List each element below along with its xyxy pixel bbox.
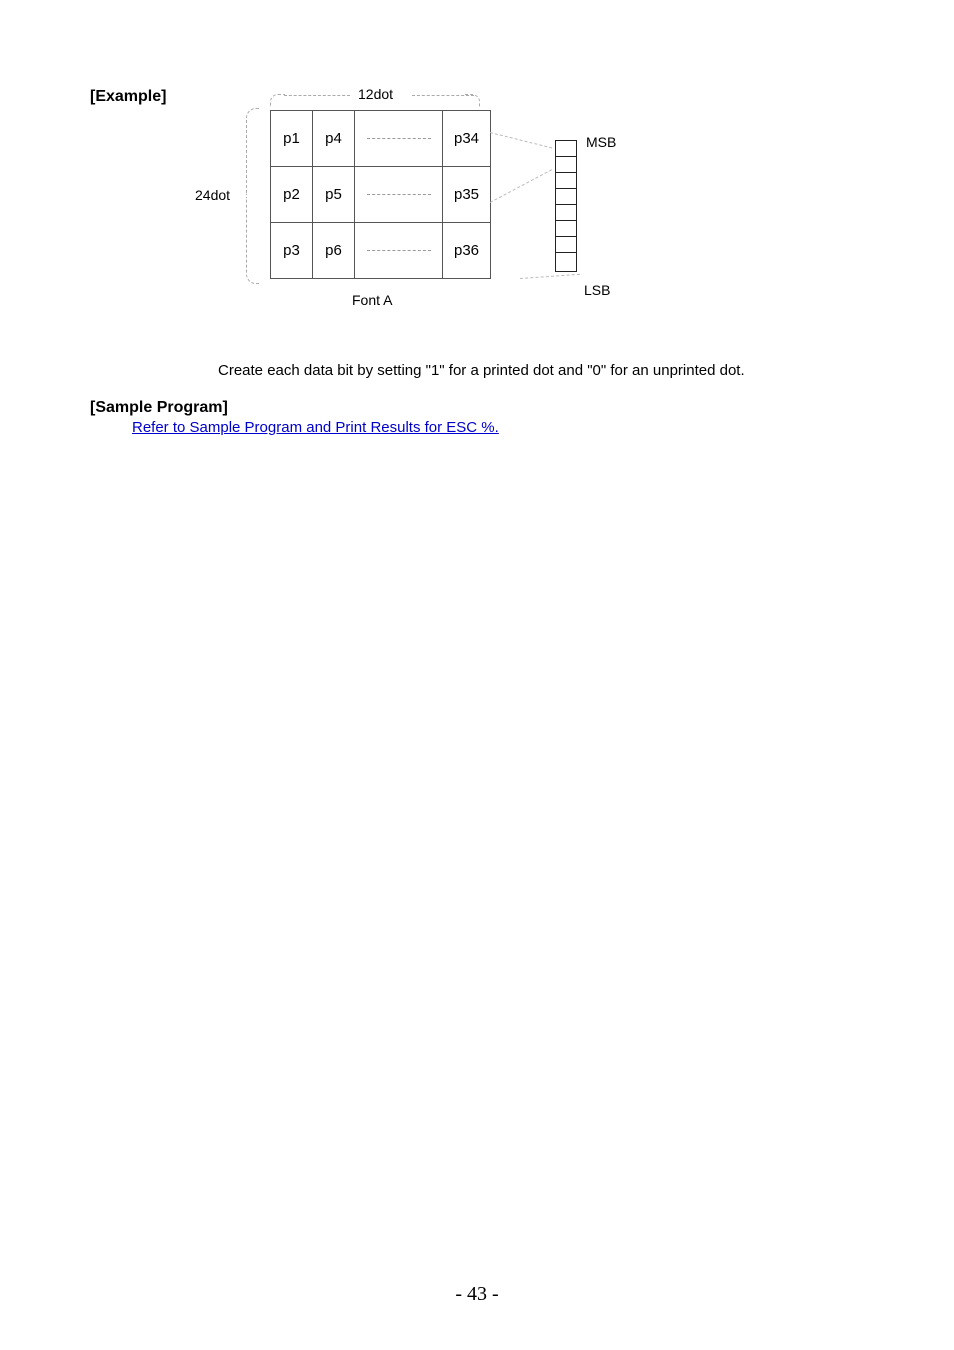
- cell-p4: p4: [313, 111, 355, 167]
- bit-6: [556, 157, 576, 173]
- cell-p35: p35: [443, 167, 491, 223]
- label-lsb: LSB: [584, 282, 610, 298]
- cell-ellipsis-row3: [355, 223, 443, 279]
- cell-p34: p34: [443, 111, 491, 167]
- cell-p2: p2: [271, 167, 313, 223]
- bit-3: [556, 205, 576, 221]
- cell-ellipsis-row2: [355, 167, 443, 223]
- bit-5: [556, 173, 576, 189]
- connector-line-mid: [490, 169, 552, 203]
- sample-program-link-line: Refer to Sample Program and Print Result…: [132, 419, 864, 436]
- esc-percent-reference-link[interactable]: Refer to Sample Program and Print Result…: [132, 419, 499, 436]
- top-curly-brace: [270, 94, 480, 108]
- ellipsis-icon: [367, 138, 431, 139]
- cell-p36: p36: [443, 223, 491, 279]
- cell-p1: p1: [271, 111, 313, 167]
- ellipsis-icon: [367, 250, 431, 251]
- cell-p3: p3: [271, 223, 313, 279]
- cell-p5: p5: [313, 167, 355, 223]
- connector-line-top: [490, 132, 552, 148]
- diagram-caption: Create each data bit by setting "1" for …: [218, 362, 864, 379]
- label-24dot: 24dot: [195, 187, 230, 203]
- dot-grid-table: p1 p4 p34 p2 p5 p35 p3 p6 p36: [270, 110, 491, 279]
- bit-2: [556, 221, 576, 237]
- cell-p6: p6: [313, 223, 355, 279]
- table-row: p3 p6 p36: [271, 223, 491, 279]
- label-msb: MSB: [586, 134, 616, 150]
- bit-1: [556, 237, 576, 253]
- table-row: p2 p5 p35: [271, 167, 491, 223]
- table-row: p1 p4 p34: [271, 111, 491, 167]
- sample-program-heading: [Sample Program]: [90, 399, 864, 417]
- font-byte-diagram: 12dot 24dot p1 p4 p34 p2 p5 p35 p3 p6 p3…: [90, 84, 864, 344]
- ellipsis-icon: [367, 194, 431, 195]
- bit-0: [556, 253, 576, 271]
- byte-bit-stack: [555, 140, 577, 272]
- cell-ellipsis-row1: [355, 111, 443, 167]
- left-curly-brace: [246, 108, 258, 284]
- bit-4: [556, 189, 576, 205]
- connector-line-bottom: [520, 274, 580, 279]
- page-number: - 43 -: [0, 1283, 954, 1306]
- bit-7: [556, 141, 576, 157]
- label-font-a: Font A: [352, 292, 392, 308]
